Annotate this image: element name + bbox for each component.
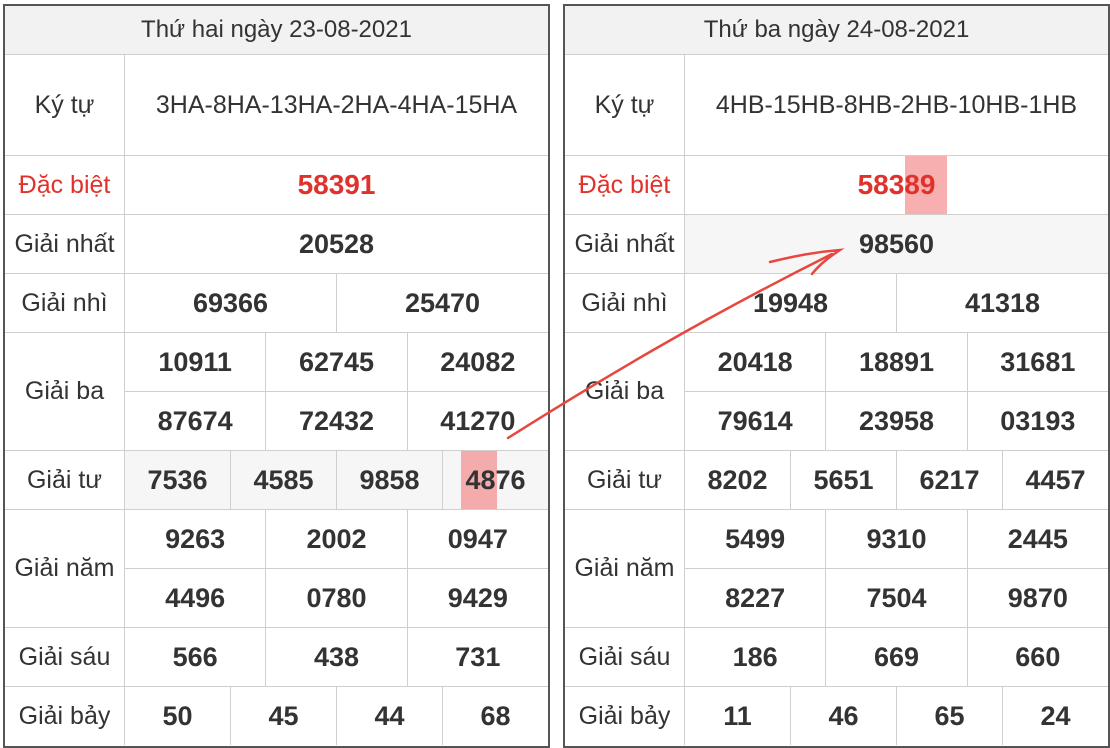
prize-number: 0947: [447, 523, 508, 554]
giai-nhi-label: Giải nhì: [5, 274, 125, 332]
row-ky-tu: Ký tự 3HA-8HA-13HA-2HA-4HA-15HA: [5, 55, 548, 156]
prize-number: 8227: [685, 569, 827, 627]
prize-number: 68: [480, 700, 511, 731]
prize-number: 44: [337, 687, 443, 745]
prize-number: 41270: [440, 405, 516, 436]
prize-number: 87674: [125, 392, 267, 450]
prize-number: 4457: [1025, 464, 1086, 495]
results-table-left: Thứ hai ngày 23-08-2021 Ký tự 3HA-8HA-13…: [3, 4, 550, 748]
prize-number: 2002: [266, 510, 408, 568]
prize-number: 45: [231, 687, 337, 745]
giai-sau-label: Giải sáu: [565, 628, 685, 686]
dac-biet-value: 58391: [297, 169, 376, 200]
prize-number: 8202: [685, 451, 791, 509]
prize-number: 18891: [826, 333, 968, 391]
prize-number: 0780: [266, 569, 408, 627]
dac-biet-label: Đặc biệt: [565, 156, 685, 214]
date-header: Thứ ba ngày 24-08-2021: [565, 6, 1108, 55]
row-giai-tu: Giải tư 7536 4585 9858 4876: [5, 451, 548, 510]
prize-number: 19948: [685, 274, 897, 332]
row-giai-nhat: Giải nhất 98560: [565, 215, 1108, 274]
prize-number: 5499: [685, 510, 827, 568]
giai-bay-label: Giải bảy: [5, 687, 125, 745]
prize-number: 438: [266, 628, 408, 686]
prize-number: 4585: [231, 451, 337, 509]
row-giai-nhat: Giải nhất 20528: [5, 215, 548, 274]
ky-tu-label: Ký tự: [565, 55, 685, 155]
row-giai-bay: Giải bảy 50 45 44 68: [5, 687, 548, 745]
prize-number: 20418: [685, 333, 827, 391]
prize-number: 50: [125, 687, 231, 745]
dac-biet-value-highlighted: 58389: [685, 156, 1108, 214]
giai-tu-label: Giải tư: [565, 451, 685, 509]
prize-number: 72432: [266, 392, 408, 450]
row-ky-tu: Ký tự 4HB-15HB-8HB-2HB-10HB-1HB: [565, 55, 1108, 156]
ky-tu-label: Ký tự: [5, 55, 125, 155]
prize-number: 7504: [826, 569, 968, 627]
prize-number: 20528: [298, 228, 375, 259]
giai-sau-label: Giải sáu: [5, 628, 125, 686]
giai-nhat-label: Giải nhất: [5, 215, 125, 273]
prize-number: 5651: [791, 451, 897, 509]
giai-nam-label: Giải năm: [5, 510, 125, 627]
prize-number: 69366: [125, 274, 337, 332]
row-giai-nhi: Giải nhì 69366 25470: [5, 274, 548, 333]
prize-number: 669: [826, 628, 968, 686]
results-table-right: Thứ ba ngày 24-08-2021 Ký tự 4HB-15HB-8H…: [563, 4, 1110, 748]
row-giai-nhi: Giải nhì 19948 41318: [565, 274, 1108, 333]
prize-number: 41318: [964, 287, 1041, 318]
prize-number: 660: [1015, 641, 1061, 672]
prize-number: 731: [455, 641, 501, 672]
prize-number-highlighted: 4876: [443, 451, 548, 509]
date-header: Thứ hai ngày 23-08-2021: [5, 6, 548, 55]
ky-tu-value: 3HA-8HA-13HA-2HA-4HA-15HA: [155, 91, 518, 119]
prize-number: 6217: [897, 451, 1003, 509]
row-giai-ba: Giải ba 20418 18891 31681 79614 23958 03…: [565, 333, 1108, 451]
prize-number: 566: [125, 628, 267, 686]
prize-number: 4496: [125, 569, 267, 627]
prize-number: 9263: [125, 510, 267, 568]
giai-ba-label: Giải ba: [5, 333, 125, 450]
prize-number: 46: [791, 687, 897, 745]
giai-bay-label: Giải bảy: [565, 687, 685, 745]
prize-number: 186: [685, 628, 827, 686]
giai-nhat-label: Giải nhất: [565, 215, 685, 273]
row-dac-biet: Đặc biệt 58391: [5, 156, 548, 215]
prize-number: 62745: [266, 333, 408, 391]
prize-number: 03193: [1000, 405, 1076, 436]
row-giai-nam: Giải năm 9263 2002 0947 4496 0780 9429: [5, 510, 548, 628]
prize-number: 9858: [337, 451, 443, 509]
prize-number: 24: [1040, 700, 1071, 731]
ky-tu-value: 4HB-15HB-8HB-2HB-10HB-1HB: [715, 91, 1078, 119]
prize-number: 11: [685, 687, 791, 745]
giai-nam-label: Giải năm: [565, 510, 685, 627]
prize-number: 25470: [404, 287, 481, 318]
giai-ba-label: Giải ba: [565, 333, 685, 450]
prize-number: 98560: [858, 228, 935, 259]
dac-biet-label: Đặc biệt: [5, 156, 125, 214]
prize-number: 31681: [1000, 346, 1076, 377]
prize-number: 9870: [1007, 582, 1068, 613]
row-giai-sau: Giải sáu 566 438 731: [5, 628, 548, 687]
prize-number: 7536: [125, 451, 231, 509]
row-giai-bay: Giải bảy 11 46 65 24: [565, 687, 1108, 745]
row-dac-biet: Đặc biệt 58389: [565, 156, 1108, 215]
row-giai-nam: Giải năm 5499 9310 2445 8227 7504 9870: [565, 510, 1108, 628]
row-giai-tu: Giải tư 8202 5651 6217 4457: [565, 451, 1108, 510]
prize-number: 24082: [440, 346, 516, 377]
prize-number: 2445: [1007, 523, 1068, 554]
prize-number: 9310: [826, 510, 968, 568]
giai-tu-label: Giải tư: [5, 451, 125, 509]
row-giai-ba: Giải ba 10911 62745 24082 87674 72432 41…: [5, 333, 548, 451]
prize-number: 23958: [826, 392, 968, 450]
prize-number: 79614: [685, 392, 827, 450]
prize-number: 10911: [125, 333, 267, 391]
row-giai-sau: Giải sáu 186 669 660: [565, 628, 1108, 687]
giai-nhi-label: Giải nhì: [565, 274, 685, 332]
dac-biet-value: 58389: [857, 169, 936, 200]
prize-number: 65: [897, 687, 1003, 745]
prize-number-text: 4876: [465, 464, 526, 495]
prize-number: 9429: [447, 582, 508, 613]
